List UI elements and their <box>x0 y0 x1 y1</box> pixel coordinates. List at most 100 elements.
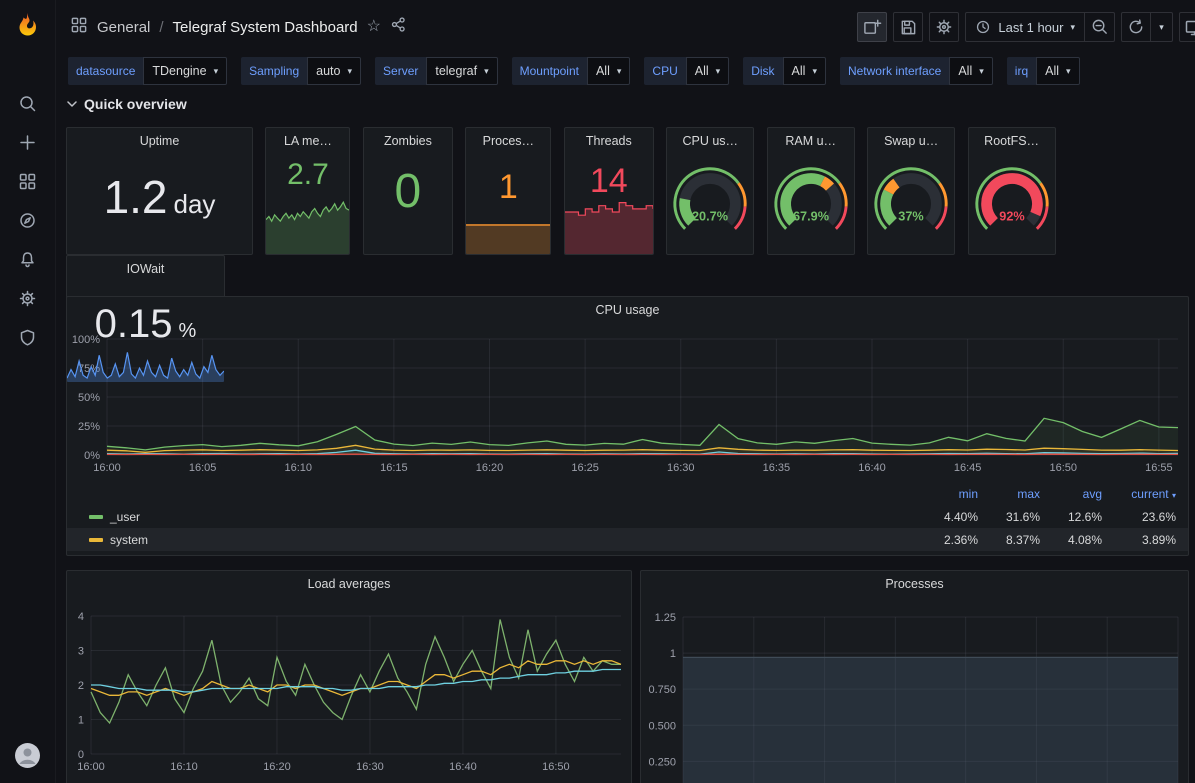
add-panel-button[interactable] <box>857 12 887 42</box>
rootfs-usage-gauge: 92% <box>969 150 1055 250</box>
legend-sort-current[interactable]: current ▾ <box>1102 487 1176 501</box>
panel-title[interactable]: Zombies <box>364 128 452 154</box>
svg-text:16:40: 16:40 <box>858 462 886 474</box>
configuration-gear-icon[interactable] <box>6 279 50 318</box>
template-variable: datasource TDengine▾ <box>68 57 227 85</box>
legend-row: _user4.40%31.6%12.6%23.6% <box>67 505 1188 528</box>
panel-ram-gauge: RAM u… 67.9% <box>767 127 855 255</box>
svg-text:20.7%: 20.7% <box>692 210 728 224</box>
cpu-usage-legend: minmaxavgcurrent ▾ _user4.40%31.6%12.6%23… <box>67 485 1188 556</box>
row-quick-overview[interactable]: Quick overview <box>67 96 187 112</box>
chevron-down-icon: ▾ <box>214 67 219 76</box>
variable-label: CPU <box>644 57 685 85</box>
svg-text:16:20: 16:20 <box>476 462 504 474</box>
panel-title[interactable]: Proces… <box>466 128 550 154</box>
grafana-logo[interactable] <box>13 10 43 40</box>
variable-value-dropdown[interactable]: TDengine▾ <box>143 57 227 85</box>
topbar: General / Telegraf System Dashboard ☆ La… <box>56 0 1195 54</box>
iowait-sparkline <box>67 350 224 382</box>
legend-row: iowait0.626%4.11%1.19%1.34% <box>67 551 1188 556</box>
explore-compass-icon[interactable] <box>6 201 50 240</box>
svg-text:16:00: 16:00 <box>77 761 105 773</box>
create-plus-icon[interactable] <box>6 123 50 162</box>
panel-title[interactable]: Processes <box>641 571 1188 597</box>
variable-value: All <box>792 64 806 78</box>
legend-series-name[interactable]: system <box>89 533 916 547</box>
template-variable: Server telegraf▾ <box>375 57 498 85</box>
svg-text:16:10: 16:10 <box>170 761 198 773</box>
processes-chart[interactable]: 0.2500.5000.75011.25 <box>641 597 1188 783</box>
panel-cpu-gauge: CPU us… 20.7% <box>666 127 754 255</box>
legend-series-name[interactable]: iowait <box>89 556 916 557</box>
star-icon[interactable]: ☆ <box>367 19 381 35</box>
cycle-view-button[interactable] <box>1179 12 1195 42</box>
panel-title[interactable]: LA me… <box>266 128 349 154</box>
sort-caret-icon: ▾ <box>1172 491 1176 500</box>
variable-label: Mountpoint <box>512 57 587 85</box>
variable-value-dropdown[interactable]: All▾ <box>949 57 992 85</box>
share-icon[interactable] <box>390 16 407 38</box>
template-variable: irq All▾ <box>1007 57 1080 85</box>
legend-sort-min[interactable]: min <box>916 487 978 501</box>
search-icon[interactable] <box>6 84 50 123</box>
legend-sort-avg[interactable]: avg <box>1040 487 1102 501</box>
variable-value: All <box>1045 64 1059 78</box>
variable-label: Network interface <box>840 57 949 85</box>
template-variable: CPU All▾ <box>644 57 729 85</box>
time-range-picker[interactable]: Last 1 hour ▾ <box>965 12 1085 42</box>
variable-value-dropdown[interactable]: All▾ <box>587 57 630 85</box>
panel-processes-stat: Proces… 1 <box>465 127 551 255</box>
template-variable: Sampling auto▾ <box>241 57 361 85</box>
breadcrumb-folder[interactable]: General <box>97 19 150 36</box>
variable-value: All <box>695 64 709 78</box>
zoom-out-button[interactable] <box>1085 12 1115 42</box>
svg-text:16:05: 16:05 <box>189 462 217 474</box>
chevron-down-icon: ▾ <box>484 67 489 76</box>
threads-sparkline <box>565 200 653 254</box>
legend-series-name[interactable]: _user <box>89 510 916 524</box>
admin-shield-icon[interactable] <box>6 318 50 357</box>
variable-value-dropdown[interactable]: All▾ <box>783 57 826 85</box>
panel-swap-gauge: Swap u… 37% <box>867 127 955 255</box>
alerting-bell-icon[interactable] <box>6 240 50 279</box>
svg-text:16:25: 16:25 <box>571 462 599 474</box>
panel-title[interactable]: CPU usage <box>67 297 1188 323</box>
variable-value-dropdown[interactable]: auto▾ <box>307 57 361 85</box>
svg-text:16:40: 16:40 <box>449 761 477 773</box>
legend-sort-max[interactable]: max <box>978 487 1040 501</box>
svg-text:67.9%: 67.9% <box>793 210 829 224</box>
template-variable: Mountpoint All▾ <box>512 57 631 85</box>
variable-value-dropdown[interactable]: telegraf ▾ <box>426 57 497 85</box>
svg-text:16:45: 16:45 <box>954 462 982 474</box>
svg-text:92%: 92% <box>999 210 1024 224</box>
save-dashboard-button[interactable] <box>893 12 923 42</box>
chevron-down-icon: ▾ <box>347 67 352 76</box>
dashboards-icon[interactable] <box>6 162 50 201</box>
refresh-button[interactable] <box>1121 12 1151 42</box>
variable-value-dropdown[interactable]: All▾ <box>686 57 729 85</box>
threads-value: 14 <box>590 164 628 198</box>
load-averages-chart[interactable]: 0123416:0016:1016:2016:3016:4016:50 <box>67 597 631 783</box>
svg-text:16:15: 16:15 <box>380 462 408 474</box>
panel-title[interactable]: Load averages <box>67 571 631 597</box>
variable-value: telegraf <box>435 64 477 78</box>
refresh-interval-dropdown[interactable]: ▾ <box>1151 12 1173 42</box>
variable-value-dropdown[interactable]: All▾ <box>1036 57 1079 85</box>
cpu-usage-chart[interactable]: 0%25%50%75%100%16:0016:0516:1016:1516:20… <box>67 323 1188 481</box>
panel-title[interactable]: Uptime <box>67 128 252 154</box>
svg-text:25%: 25% <box>78 421 100 433</box>
grafana-flame-icon <box>14 11 42 39</box>
template-variables-bar: datasource TDengine▾ Sampling auto▾ Serv… <box>68 57 1080 85</box>
variable-label: irq <box>1007 57 1036 85</box>
panel-la-medium: LA me… 2.7 <box>265 127 350 255</box>
avatar[interactable] <box>6 736 50 775</box>
panel-title[interactable]: IOWait <box>67 256 224 282</box>
panel-zombies: Zombies 0 <box>363 127 453 255</box>
panel-title[interactable]: Threads <box>565 128 653 154</box>
chevron-down-icon: ▾ <box>617 67 622 76</box>
processes-bar <box>466 224 550 254</box>
series-color-swatch <box>89 515 103 519</box>
swap-usage-gauge: 37% <box>868 150 954 250</box>
dashboard-settings-button[interactable] <box>929 12 959 42</box>
svg-text:4: 4 <box>78 611 84 623</box>
